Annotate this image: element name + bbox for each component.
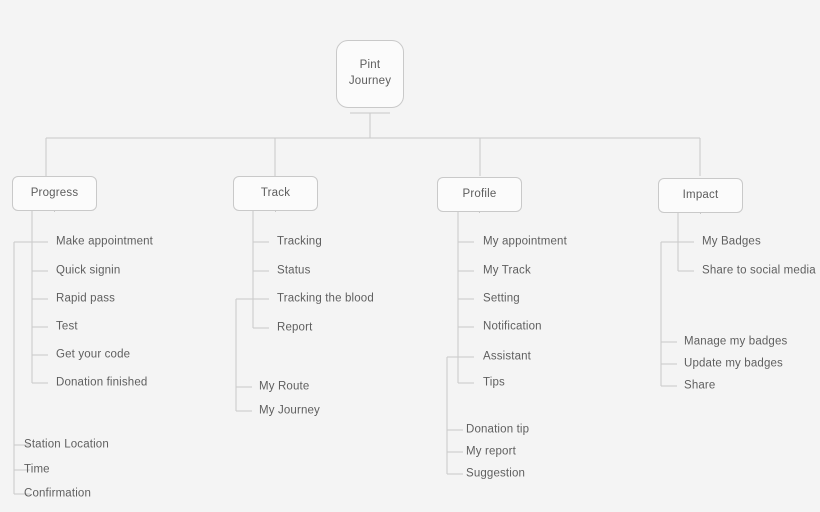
leaf-item[interactable]: Test xyxy=(56,321,78,333)
node-branch-profile[interactable]: Profile xyxy=(437,177,522,212)
leaf-item[interactable]: Tracking xyxy=(277,236,322,248)
leaf-item[interactable]: My Badges xyxy=(702,236,761,248)
leaf-item[interactable]: Tracking the blood xyxy=(277,293,374,305)
leaf-item[interactable]: Get your code xyxy=(56,349,130,361)
leaf-item[interactable]: My appointment xyxy=(483,236,567,248)
leaf-item[interactable]: Update my badges xyxy=(684,358,783,370)
leaf-item[interactable]: Manage my badges xyxy=(684,336,787,348)
leaf-item[interactable]: Notification xyxy=(483,321,542,333)
leaf-item[interactable]: Assistant xyxy=(483,351,531,363)
leaf-item[interactable]: Status xyxy=(277,265,311,277)
leaf-item[interactable]: My Track xyxy=(483,265,531,277)
leaf-item[interactable]: Share to social media xyxy=(702,265,816,277)
node-branch-profile-label: Profile xyxy=(462,187,497,200)
leaf-item[interactable]: Setting xyxy=(483,293,520,305)
node-root-pint-journey[interactable]: Pint Journey xyxy=(336,40,404,108)
leaf-item[interactable]: My report xyxy=(466,446,516,458)
leaf-item[interactable]: My Route xyxy=(259,381,309,393)
node-branch-progress-label: Progress xyxy=(30,186,79,199)
leaf-item[interactable]: Station Location xyxy=(24,439,109,451)
node-branch-impact[interactable]: Impact xyxy=(658,178,743,213)
leaf-item[interactable]: Time xyxy=(24,464,50,476)
leaf-item[interactable]: Confirmation xyxy=(24,488,91,500)
node-branch-track-label: Track xyxy=(260,186,291,199)
leaf-item[interactable]: Tips xyxy=(483,377,505,389)
leaf-item[interactable]: My Journey xyxy=(259,405,320,417)
node-branch-track[interactable]: Track xyxy=(233,176,318,211)
leaf-item[interactable]: Suggestion xyxy=(466,468,525,480)
leaf-item[interactable]: Make appointment xyxy=(56,236,153,248)
leaf-item[interactable]: Quick signin xyxy=(56,265,120,277)
sitemap-diagram: Pint Journey Progress Track Profile Impact M… xyxy=(0,0,820,512)
leaf-item[interactable]: Rapid pass xyxy=(56,293,115,305)
leaf-item[interactable]: Share xyxy=(684,380,715,392)
node-root-pint-journey-label: Pint Journey xyxy=(348,59,392,87)
leaf-item[interactable]: Report xyxy=(277,322,312,334)
node-branch-impact-label: Impact xyxy=(682,188,719,201)
leaf-item[interactable]: Donation finished xyxy=(56,377,147,389)
leaf-item[interactable]: Donation tip xyxy=(466,424,529,436)
node-branch-progress[interactable]: Progress xyxy=(12,176,97,211)
connector-lines xyxy=(13,112,701,495)
